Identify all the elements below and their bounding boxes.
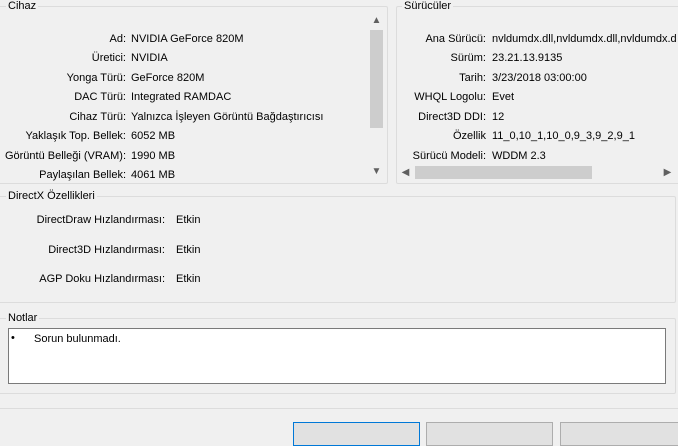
driver-version-label: Sürüm:	[450, 52, 486, 64]
drivers-info-list: Ana Sürücü: nvldumdx.dll,nvldumdx.dll,nv…	[0, 0, 678, 180]
drivers-horizontal-scrollbar[interactable]: ◀ ▶	[397, 164, 676, 181]
directx-group-title: DirectX Özellikleri	[6, 190, 97, 202]
bottom-divider	[0, 408, 678, 409]
directdraw-accel-label: DirectDraw Hızlandırması:	[36, 214, 165, 226]
driver-feature-label: Özellik	[452, 130, 486, 142]
agp-texture-accel-label: AGP Doku Hızlandırması:	[39, 273, 165, 285]
driver-date-label: Tarih:	[459, 72, 486, 84]
scroll-left-icon[interactable]: ◀	[397, 164, 414, 181]
notes-textbox[interactable]: • Sorun bulunmadı.	[8, 328, 666, 384]
driver-whql-value: Evet	[492, 91, 515, 103]
scroll-right-icon[interactable]: ▶	[659, 164, 676, 181]
driver-version-value: 23.21.13.9135	[492, 52, 563, 64]
driver-feature-value: 11_0,10_1,10_0,9_3,9_2,9_1	[492, 130, 635, 142]
direct3d-accel-value: Etkin	[176, 244, 201, 256]
direct3d-accel-label: Direct3D Hızlandırması:	[48, 244, 165, 256]
notes-bullet: •	[11, 332, 15, 344]
notes-group-title: Notlar	[6, 312, 40, 324]
driver-model-value: WDDM 2.3	[492, 150, 546, 162]
driver-d3d-ddi-value: 12	[492, 111, 505, 123]
driver-whql-label: WHQL Logolu:	[414, 91, 486, 103]
driver-date-value: 3/23/2018 03:00:00	[492, 72, 587, 84]
footer-button-3[interactable]	[560, 422, 678, 446]
driver-main-label: Ana Sürücü:	[425, 33, 486, 45]
footer-button-2[interactable]	[426, 422, 553, 446]
agp-texture-accel-value: Etkin	[176, 273, 201, 285]
notes-item: Sorun bulunmadı.	[34, 333, 121, 345]
driver-d3d-ddi-label: Direct3D DDI:	[418, 111, 486, 123]
footer-button-1[interactable]	[293, 422, 420, 446]
directdraw-accel-value: Etkin	[176, 214, 201, 226]
scroll-thumb[interactable]	[415, 166, 592, 179]
driver-model-label: Sürücü Modeli:	[412, 150, 486, 162]
driver-main-value: nvldumdx.dll,nvldumdx.dll,nvldumdx.d	[492, 33, 677, 45]
